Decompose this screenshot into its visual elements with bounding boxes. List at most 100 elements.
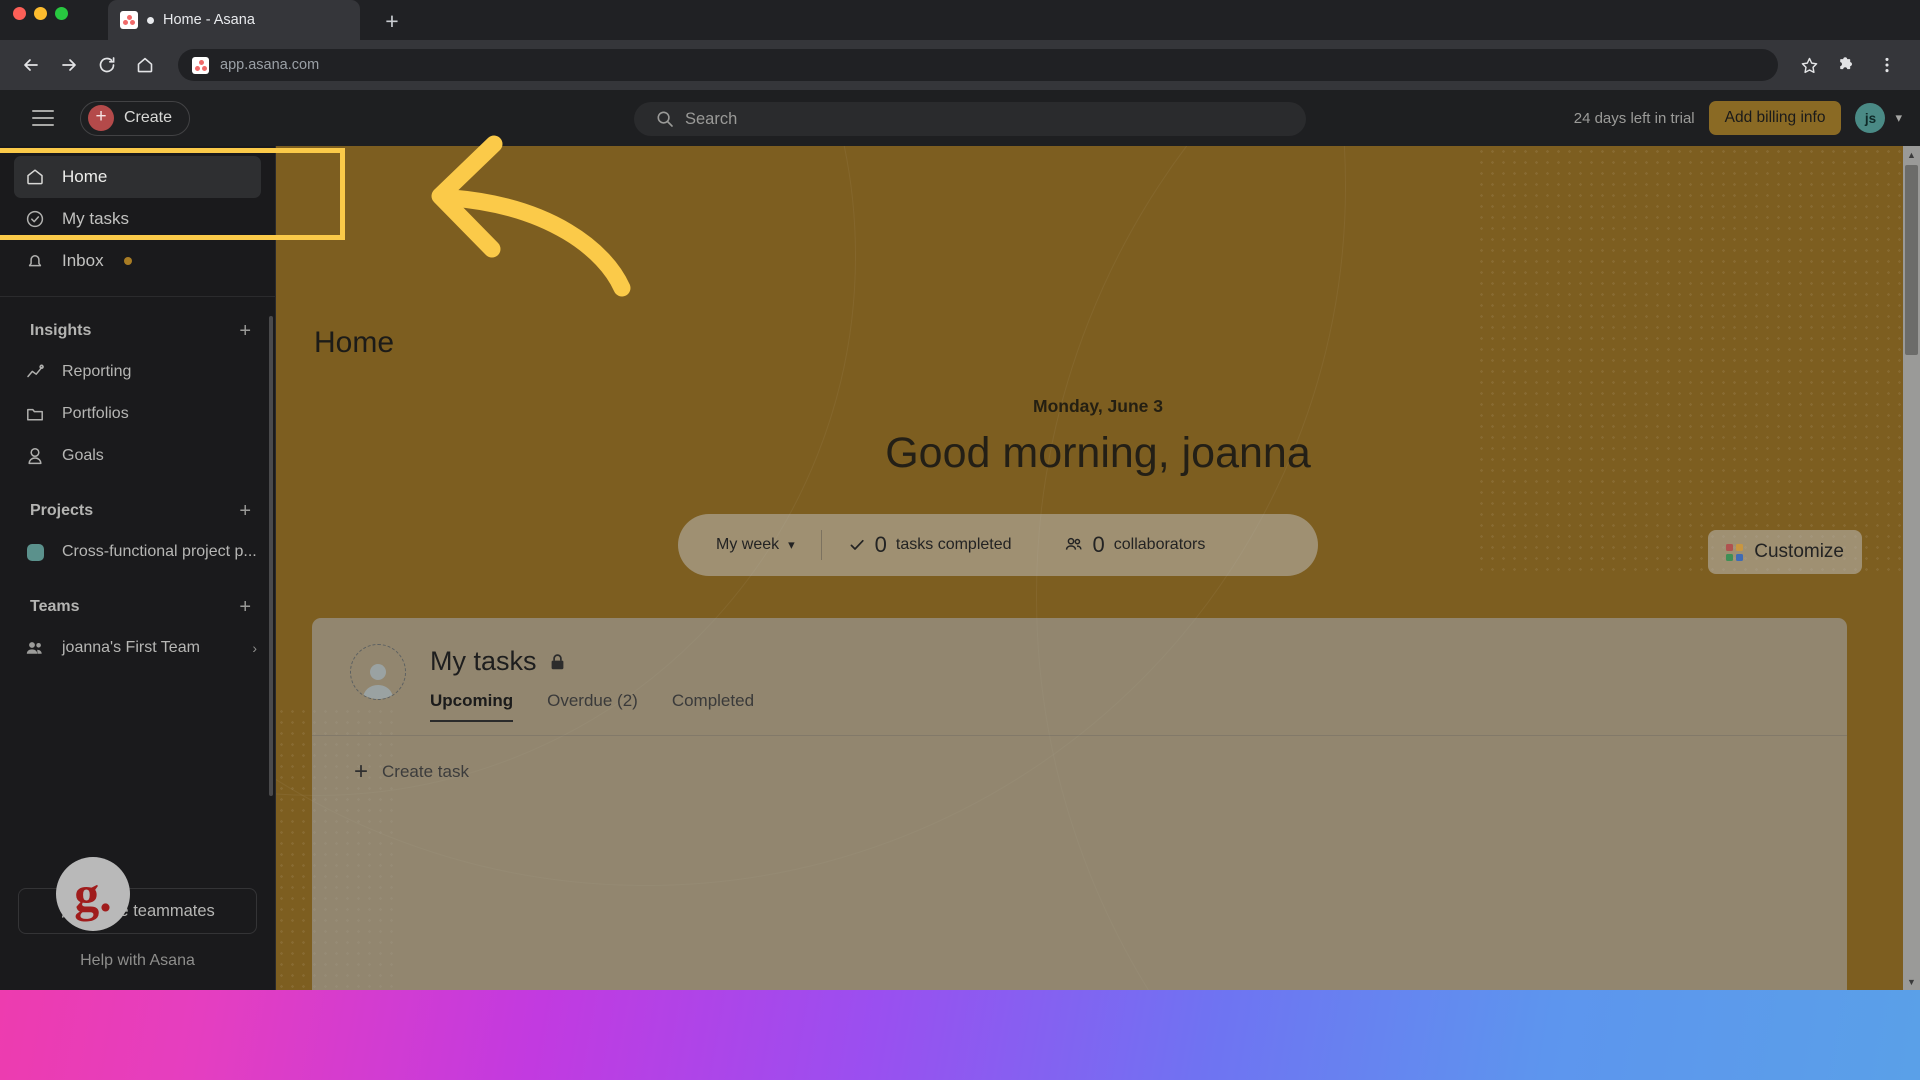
sidebar-section-projects-header: Projects + [0, 491, 275, 531]
lock-icon [551, 653, 563, 669]
sidebar-divider [0, 296, 275, 297]
sidebar-item-my-tasks[interactable]: My tasks [14, 198, 261, 240]
customize-button[interactable]: Customize [1708, 530, 1862, 574]
sidebar-item-home[interactable]: Home [14, 156, 261, 198]
trial-status-text: 24 days left in trial [1573, 109, 1695, 127]
asana-favicon [120, 11, 138, 29]
sidebar-section-teams-header: Teams + [0, 587, 275, 627]
create-button-label: Create [124, 109, 173, 126]
browser-tab-home-asana[interactable]: Home - Asana [108, 0, 360, 40]
toolbar-extension-icons [1830, 48, 1906, 82]
collaborators-count: 0 [1092, 532, 1105, 557]
home-icon [24, 166, 46, 188]
add-project-button[interactable]: + [239, 501, 251, 521]
section-title: Teams [30, 598, 80, 615]
asana-favicon-omnibox [192, 56, 209, 74]
tasks-completed-label: tasks completed [895, 536, 1012, 553]
url-text: app.asana.com [220, 57, 320, 73]
asana-app: + Create Search 24 days left in trial Ad… [0, 90, 1920, 990]
topbar-right-group: 24 days left in trial Add billing info j… [1574, 90, 1902, 146]
page-title: Home [314, 326, 395, 359]
my-week-selector[interactable]: My week ▾ [678, 536, 821, 554]
project-color-dot [24, 541, 46, 563]
minimize-window-button[interactable] [34, 7, 47, 20]
three-dot-menu-icon[interactable] [1870, 48, 1904, 82]
greeting-message: Good morning, joanna [885, 429, 1311, 477]
avatar[interactable]: js [1855, 103, 1886, 133]
browser-window: Home - Asana + app.asana.com + Create Se… [0, 0, 1920, 990]
maximize-window-button[interactable] [55, 7, 68, 20]
plus-icon: + [88, 105, 114, 131]
check-icon [850, 539, 864, 550]
add-team-button[interactable]: + [239, 597, 251, 617]
inbox-unread-dot-icon [123, 257, 132, 265]
people-icon [1065, 537, 1082, 550]
hamburger-icon[interactable] [32, 110, 54, 126]
sidebar-item-label: Cross-functional project p... [62, 543, 257, 560]
bell-icon [24, 250, 46, 272]
scrollbar-thumb[interactable] [1905, 165, 1918, 355]
chevron-down-icon[interactable]: ▾ [1895, 110, 1902, 126]
add-billing-info-button[interactable]: Add billing info [1708, 101, 1842, 135]
search-input[interactable]: Search [634, 102, 1306, 136]
main-scrollbar[interactable]: ▲ ▼ [1903, 146, 1920, 990]
collaborators-label: collaborators [1113, 536, 1206, 553]
sidebar: Home My tasks Inbox Insights + Reporting… [0, 146, 276, 990]
address-bar[interactable]: app.asana.com [178, 49, 1778, 81]
tab-completed[interactable]: Completed [672, 691, 754, 722]
search-placeholder: Search [685, 109, 738, 128]
create-task-label: Create task [382, 762, 469, 781]
sidebar-item-label: Goals [62, 447, 104, 464]
create-task-button[interactable]: + Create task [312, 736, 1847, 785]
new-tab-button[interactable]: + [378, 8, 406, 36]
sidebar-item-goals[interactable]: Goals [14, 435, 261, 477]
close-window-button[interactable] [13, 7, 26, 20]
chart-line-icon [24, 361, 46, 383]
sidebar-section-insights-header: Insights + [0, 311, 275, 351]
home-stats-pill: My week ▾ 0 tasks completed 0 collaborat… [678, 514, 1318, 576]
tab-overdue[interactable]: Overdue (2) [547, 691, 638, 722]
puzzle-icon[interactable] [1830, 48, 1864, 82]
add-insight-button[interactable]: + [239, 321, 251, 341]
greeting-date: Monday, June 3 [1033, 396, 1163, 416]
my-week-label: My week [716, 536, 780, 553]
reload-icon[interactable] [90, 48, 124, 82]
person-silhouette-icon [363, 664, 393, 699]
sidebar-item-label: Inbox [62, 251, 104, 270]
section-title: Insights [30, 322, 92, 339]
guide-badge: g. [56, 857, 130, 931]
sidebar-item-reporting[interactable]: Reporting [14, 351, 261, 393]
scroll-down-arrow-icon[interactable]: ▼ [1903, 973, 1920, 990]
plus-icon: + [354, 758, 369, 785]
my-tasks-title: My tasks [430, 646, 537, 676]
sidebar-item-label: Reporting [62, 363, 132, 380]
invite-teammates-button[interactable]: Invite teammates [18, 888, 257, 934]
scroll-up-arrow-icon[interactable]: ▲ [1903, 146, 1920, 163]
back-arrow-icon[interactable] [14, 48, 48, 82]
sidebar-item-portfolios[interactable]: Portfolios [14, 393, 261, 435]
chevron-right-icon[interactable]: › [252, 640, 261, 656]
sidebar-item-inbox[interactable]: Inbox [14, 240, 261, 282]
forward-arrow-icon[interactable] [52, 48, 86, 82]
tasks-completed-count: 0 [874, 532, 887, 557]
tab-title: Home - Asana [163, 12, 255, 28]
my-tasks-card: My tasks Upcoming Overdue (2) Completed [312, 618, 1847, 990]
home-icon[interactable] [128, 48, 162, 82]
browser-tab-strip: Home - Asana + [0, 0, 1920, 40]
asana-topbar: + Create Search 24 days left in trial Ad… [0, 90, 1920, 146]
check-circle-icon [24, 208, 46, 230]
main-content: Home Monday, June 3 Good morning, joanna… [276, 146, 1920, 990]
star-icon[interactable] [1792, 48, 1826, 82]
tab-upcoming[interactable]: Upcoming [430, 691, 514, 722]
sidebar-item-cross-functional-project[interactable]: Cross-functional project p... [14, 531, 261, 573]
avatar[interactable] [350, 644, 406, 700]
sidebar-scrollbar[interactable] [269, 316, 273, 796]
decorative-dots [1476, 146, 1920, 576]
grid-squares-icon [1726, 543, 1744, 561]
sidebar-item-joannas-first-team[interactable]: joanna's First Team › [14, 627, 261, 669]
window-traffic-lights[interactable] [13, 7, 68, 20]
help-with-asana-link[interactable]: Help with Asana [18, 952, 257, 970]
create-button[interactable]: + Create [80, 100, 191, 136]
search-icon [657, 111, 673, 127]
greeting-block: Monday, June 3 Good morning, joanna [276, 396, 1920, 478]
